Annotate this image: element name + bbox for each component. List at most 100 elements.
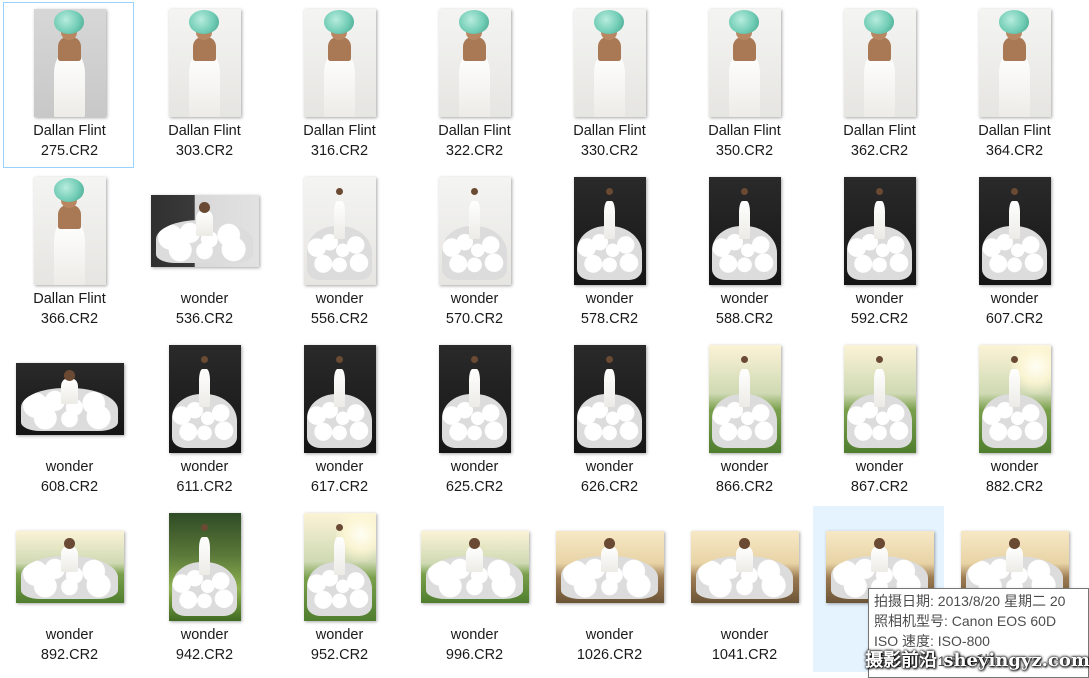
file-name-label: Dallan Flint 362.CR2 (814, 121, 945, 161)
image-thumbnail (150, 195, 259, 267)
file-item[interactable]: wonder 882.CR2 (948, 338, 1079, 504)
file-extension-line: 882.CR2 (985, 479, 1044, 495)
thumbnail-shape (603, 368, 616, 407)
thumbnail-area (544, 171, 675, 291)
thumbnail-shape (53, 178, 84, 202)
file-item[interactable]: Dallan Flint 303.CR2 (138, 2, 269, 168)
file-item[interactable]: wonder 617.CR2 (273, 338, 404, 504)
file-item[interactable]: Dallan Flint 362.CR2 (813, 2, 944, 168)
file-extension-line: 350.CR2 (715, 143, 774, 159)
thumbnail-shape (470, 355, 479, 363)
image-thumbnail (573, 345, 646, 453)
file-item[interactable]: wonder 536.CR2 (138, 170, 269, 336)
file-item[interactable]: wonder 588.CR2 (678, 170, 809, 336)
thumbnail-area (409, 171, 540, 291)
thumbnail-shape (198, 368, 211, 407)
file-name-label: wonder 608.CR2 (4, 457, 135, 497)
file-item[interactable]: wonder 626.CR2 (543, 338, 674, 504)
file-item[interactable]: wonder 578.CR2 (543, 170, 674, 336)
file-name-label: wonder 867.CR2 (814, 457, 945, 497)
file-name-line: wonder (855, 291, 904, 307)
image-thumbnail (573, 177, 646, 285)
file-item[interactable]: wonder 625.CR2 (408, 338, 539, 504)
thumbnail-area (409, 507, 540, 627)
file-name-label: Dallan Flint 366.CR2 (4, 289, 135, 329)
thumbnail-shape (458, 10, 489, 34)
file-item[interactable]: wonder 556.CR2 (273, 170, 404, 336)
thumbnail-area (4, 171, 135, 291)
file-item[interactable]: wonder 1026.CR2 (543, 506, 674, 672)
image-thumbnail (168, 9, 241, 117)
file-item[interactable]: wonder 570.CR2 (408, 170, 539, 336)
thumbnail-shape (1005, 546, 1024, 573)
file-item[interactable]: wonder 952.CR2 (273, 506, 404, 672)
file-name-label: wonder 892.CR2 (4, 625, 135, 665)
file-item[interactable]: wonder 867.CR2 (813, 338, 944, 504)
file-item[interactable]: wonder 607.CR2 (948, 170, 1079, 336)
file-name-label: wonder 1026.CR2 (544, 625, 675, 665)
file-name-line: wonder (45, 627, 94, 643)
thumbnail-shape (875, 187, 884, 195)
thumbnail-shape (998, 10, 1029, 34)
thumbnail-shape (728, 54, 761, 117)
file-item[interactable]: wonder 942.CR2 (138, 506, 269, 672)
file-item[interactable]: wonder 592.CR2 (813, 170, 944, 336)
file-name-label: wonder 996.CR2 (409, 625, 540, 665)
file-extension-line: 330.CR2 (580, 143, 639, 159)
image-thumbnail (303, 9, 376, 117)
image-thumbnail (168, 345, 241, 453)
thumbnail-shape (738, 200, 751, 239)
thumbnail-area (949, 3, 1080, 123)
thumbnail-area (274, 171, 405, 291)
file-item[interactable]: Dallan Flint 330.CR2 (543, 2, 674, 168)
file-name-line: wonder (585, 291, 634, 307)
file-item[interactable]: wonder 1041.CR2 (678, 506, 809, 672)
file-name-line: wonder (990, 459, 1039, 475)
file-name-line: wonder (450, 459, 499, 475)
file-item[interactable]: wonder 996.CR2 (408, 506, 539, 672)
tooltip-date: 拍摄日期: 2013/8/20 星期二 20 (874, 593, 1066, 609)
file-item[interactable]: Dallan Flint 316.CR2 (273, 2, 404, 168)
file-item[interactable]: Dallan Flint 275.CR2 (3, 2, 134, 168)
thumbnail-shape (468, 368, 481, 407)
thumbnail-shape (335, 523, 344, 531)
file-item[interactable]: wonder 608.CR2 (3, 338, 134, 504)
thumbnail-area (949, 339, 1080, 459)
file-item[interactable]: Dallan Flint 350.CR2 (678, 2, 809, 168)
thumbnail-area (409, 3, 540, 123)
file-extension-line: 364.CR2 (985, 143, 1044, 159)
file-item[interactable]: wonder 892.CR2 (3, 506, 134, 672)
thumbnail-shape (469, 538, 480, 549)
file-item[interactable]: Dallan Flint 322.CR2 (408, 2, 539, 168)
file-name-label: wonder 611.CR2 (139, 457, 270, 497)
file-name-label: wonder 952.CR2 (274, 625, 405, 665)
thumbnail-shape (192, 37, 216, 61)
image-thumbnail (708, 345, 781, 453)
file-item[interactable]: Dallan Flint 366.CR2 (3, 170, 134, 336)
thumbnail-shape (593, 54, 626, 117)
file-extension-line: 303.CR2 (175, 143, 234, 159)
file-name-line: Dallan Flint (573, 123, 646, 139)
thumbnail-shape (1010, 187, 1019, 195)
thumbnail-shape (735, 546, 754, 573)
thumbnail-area (274, 3, 405, 123)
tooltip-camera-model: 照相机型号: Canon EOS 60D (874, 613, 1057, 629)
file-item[interactable]: wonder 866.CR2 (678, 338, 809, 504)
thumbnail-shape (53, 10, 84, 34)
file-name-line: wonder (585, 459, 634, 475)
image-thumbnail (438, 345, 511, 453)
image-thumbnail (573, 9, 646, 117)
thumbnail-area (139, 339, 270, 459)
file-item[interactable]: Dallan Flint 364.CR2 (948, 2, 1079, 168)
file-extension-line: 607.CR2 (985, 311, 1044, 327)
thumbnail-shape (200, 355, 209, 363)
thumbnail-shape (1008, 200, 1021, 239)
file-name-line: Dallan Flint (33, 291, 106, 307)
file-name-line: wonder (585, 627, 634, 643)
file-item[interactable]: wonder 611.CR2 (138, 338, 269, 504)
image-thumbnail (843, 177, 916, 285)
thumbnail-shape (462, 37, 486, 61)
thumbnail-area (814, 171, 945, 291)
thumbnail-area (274, 339, 405, 459)
file-name-line: wonder (315, 291, 364, 307)
